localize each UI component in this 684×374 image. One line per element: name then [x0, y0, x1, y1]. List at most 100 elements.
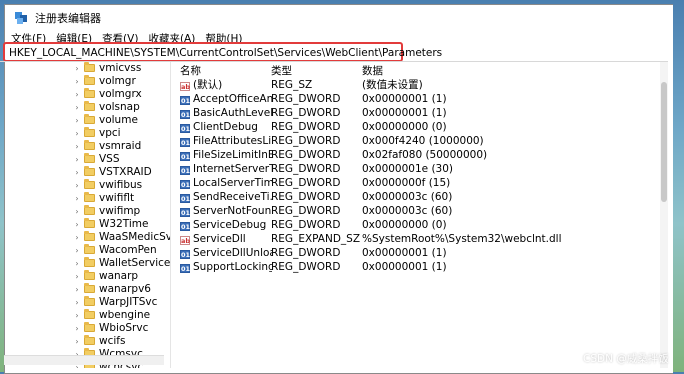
tree-item-label: WacomPen: [99, 244, 157, 256]
value-name-cell: 01ServerNotFoun...: [180, 204, 272, 218]
value-data: 0x0000003c (60): [362, 205, 453, 217]
tree-item[interactable]: › vsmraid: [0, 140, 170, 153]
tree-horizontal-scrollbar[interactable]: [4, 355, 164, 365]
chevron-right-icon[interactable]: ›: [72, 322, 82, 335]
folder-icon: [84, 88, 95, 98]
value-data: 0x00000001 (1): [362, 261, 447, 273]
chevron-right-icon[interactable]: ›: [72, 62, 82, 75]
tree-item[interactable]: › wanarp: [0, 270, 170, 283]
value-name: (默认): [193, 79, 223, 91]
tree-item[interactable]: › vmicvss: [0, 62, 170, 75]
value-list[interactable]: 名称 类型 数据 ab (默认) REG_SZ (数值未设置) 01 AcceptOffi…: [172, 62, 668, 368]
watermark: CSDN @威桑拌饭: [583, 353, 669, 365]
value-type: REG_DWORD: [271, 191, 341, 203]
list-header: 名称 类型 数据: [172, 62, 668, 78]
chevron-right-icon[interactable]: ›: [72, 166, 82, 179]
column-header-data[interactable]: 数据: [362, 63, 662, 78]
value-type: REG_DWORD: [271, 121, 341, 133]
chevron-right-icon[interactable]: ›: [72, 309, 82, 322]
binary-value-icon: 01: [180, 180, 191, 189]
tree-item[interactable]: › wbengine: [0, 309, 170, 322]
chevron-right-icon[interactable]: ›: [72, 75, 82, 88]
pane-splitter[interactable]: [170, 62, 171, 368]
chevron-right-icon[interactable]: ›: [72, 88, 82, 101]
folder-icon: [84, 192, 95, 202]
binary-value-icon: 01: [180, 250, 191, 259]
value-row[interactable]: 01 ClientDebug REG_DWORD 0x00000000 (0): [172, 120, 668, 134]
tree-item[interactable]: › wcifs: [0, 335, 170, 348]
column-header-name[interactable]: 名称: [180, 63, 272, 78]
value-row[interactable]: 01ServiceDllUnloa...REG_DWORD 0x00000001 …: [172, 246, 668, 260]
tree-item[interactable]: › VSS: [0, 153, 170, 166]
value-row[interactable]: 01 BasicAuthLevel REG_DWORD 0x00000001 (1): [172, 106, 668, 120]
value-row[interactable]: 01 SendReceiveTi... REG_DWORD 0x0000003c (6…: [172, 190, 668, 204]
binary-value-icon: 01: [180, 124, 191, 133]
value-row[interactable]: 01 SupportLocking REG_DWORD 0x00000001 (1): [172, 260, 668, 274]
chevron-right-icon[interactable]: ›: [72, 153, 82, 166]
value-row[interactable]: 01 ServiceDebug REG_DWORD 0x00000000 (0): [172, 218, 668, 232]
chevron-right-icon[interactable]: ›: [72, 205, 82, 218]
column-header-type[interactable]: 类型: [271, 63, 361, 78]
address-bar[interactable]: HKEY_LOCAL_MACHINE\SYSTEM\CurrentControl…: [9, 47, 442, 59]
tree-item[interactable]: › vwifibus: [0, 179, 170, 192]
value-row[interactable]: 01InternetServerTi...REG_DWORD 0x0000001e…: [172, 162, 668, 176]
chevron-right-icon[interactable]: ›: [72, 296, 82, 309]
folder-icon: [84, 153, 95, 163]
tree-item-label: VSTXRAID: [99, 166, 152, 178]
tree-item[interactable]: › volsnap: [0, 101, 170, 114]
tree-item[interactable]: › WalletService: [0, 257, 170, 270]
tree-item[interactable]: › WacomPen: [0, 244, 170, 257]
folder-icon: [84, 309, 95, 319]
chevron-right-icon[interactable]: ›: [72, 179, 82, 192]
chevron-right-icon[interactable]: ›: [72, 140, 82, 153]
binary-value-icon: 01: [180, 138, 191, 147]
tree-item[interactable]: › wanarpv6: [0, 283, 170, 296]
chevron-right-icon[interactable]: ›: [72, 192, 82, 205]
tree-item[interactable]: › vwifimp: [0, 205, 170, 218]
chevron-right-icon[interactable]: ›: [72, 335, 82, 348]
chevron-right-icon[interactable]: ›: [72, 270, 82, 283]
value-name: LocalServerTim...: [193, 177, 272, 189]
tree-item[interactable]: › W32Time: [0, 218, 170, 231]
tree-item-label: volsnap: [99, 101, 140, 113]
tree-item[interactable]: › vpci: [0, 127, 170, 140]
value-row[interactable]: 01LocalServerTim...REG_DWORD 0x0000000f (…: [172, 176, 668, 190]
chevron-right-icon[interactable]: ›: [72, 218, 82, 231]
chevron-right-icon[interactable]: ›: [72, 101, 82, 114]
chevron-right-icon[interactable]: ›: [72, 283, 82, 296]
value-row[interactable]: 01ServerNotFoun...REG_DWORD 0x0000003c (6…: [172, 204, 668, 218]
value-data: 0x00000001 (1): [362, 93, 447, 105]
tree-item-label: WaaSMedicSvc: [99, 231, 170, 243]
tree-item[interactable]: › volmgrx: [0, 88, 170, 101]
tree-item[interactable]: › WaaSMedicSvc: [0, 231, 170, 244]
key-tree[interactable]: › vmicvss › volmgr › volmgrx › volsnap › volume › v…: [0, 62, 170, 368]
value-row[interactable]: ab (默认) REG_SZ (数值未设置): [172, 78, 668, 92]
tree-item[interactable]: › volmgr: [0, 75, 170, 88]
tree-item-label: vpci: [99, 127, 121, 139]
value-name: ServiceDebug: [193, 219, 267, 231]
chevron-right-icon[interactable]: ›: [72, 257, 82, 270]
tree-item-label: vwifimp: [99, 205, 141, 217]
tree-item[interactable]: › volume: [0, 114, 170, 127]
value-name: FileAttributesLi...: [193, 135, 272, 147]
tree-item[interactable]: › WbioSrvc: [0, 322, 170, 335]
tree-item[interactable]: › WarpJITSvc: [0, 296, 170, 309]
chevron-right-icon[interactable]: ›: [72, 127, 82, 140]
value-type: REG_DWORD: [271, 163, 341, 175]
value-name: SendReceiveTi...: [193, 191, 272, 203]
binary-value-icon: 01: [180, 222, 191, 231]
value-row[interactable]: 01FileSizeLimitInB...REG_DWORD 0x02faf080…: [172, 148, 668, 162]
value-row[interactable]: 01FileAttributesLi...REG_DWORD 0x000f4240…: [172, 134, 668, 148]
tree-item[interactable]: › vwififlt: [0, 192, 170, 205]
window-title: 注册表编辑器: [35, 12, 101, 25]
list-vertical-scrollbar[interactable]: [660, 62, 668, 368]
chevron-right-icon[interactable]: ›: [72, 244, 82, 257]
folder-icon: [84, 296, 95, 306]
chevron-right-icon[interactable]: ›: [72, 114, 82, 127]
value-row[interactable]: 01AcceptOfficeAn...REG_DWORD 0x00000001 (…: [172, 92, 668, 106]
value-data: 0x0000003c (60): [362, 191, 453, 203]
tree-item[interactable]: › VSTXRAID: [0, 166, 170, 179]
scrollbar-thumb[interactable]: [661, 82, 667, 202]
chevron-right-icon[interactable]: ›: [72, 231, 82, 244]
value-row[interactable]: ab ServiceDll REG_EXPAND_SZ %SystemRoot%\Sy…: [172, 232, 668, 246]
